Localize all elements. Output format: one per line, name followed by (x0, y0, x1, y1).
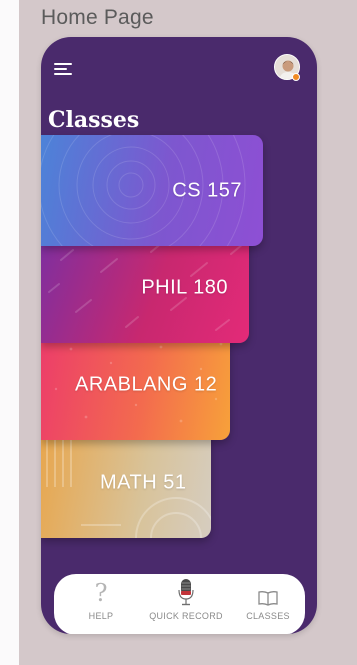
bottom-tab-bar: ? HELP QUICK RECORD CLASSES (54, 574, 305, 634)
class-card-phil-180[interactable]: PHIL 180 (41, 232, 249, 343)
tab-label: QUICK RECORD (149, 611, 223, 621)
tab-label: HELP (88, 611, 114, 621)
class-card-label: PHIL 180 (141, 276, 228, 298)
tab-quick-record[interactable]: QUICK RECORD (140, 574, 232, 634)
tab-label: CLASSES (246, 611, 290, 621)
microphone-icon (178, 579, 194, 606)
class-card-cs-157[interactable]: CS 157 (41, 135, 263, 246)
tab-help[interactable]: ? HELP (76, 574, 126, 634)
status-indicator (292, 73, 300, 81)
page-title: Classes (48, 107, 140, 133)
class-card-label: CS 157 (172, 179, 242, 201)
tab-classes[interactable]: CLASSES (240, 574, 296, 634)
hamburger-menu-icon[interactable] (54, 61, 74, 77)
book-icon (258, 591, 278, 606)
class-card-math-51[interactable]: MATH 51 (41, 427, 211, 538)
question-mark-icon: ? (94, 579, 108, 607)
class-card-label: MATH 51 (100, 471, 187, 493)
class-card-label: ARABLANG 12 (75, 373, 218, 395)
app-screen: Classes CS 157 PHIL 180 ARABLANG 12 MATH… (41, 37, 317, 634)
class-card-arablang-12[interactable]: ARABLANG 12 (41, 329, 230, 440)
page-frame-label: Home Page (41, 6, 154, 29)
